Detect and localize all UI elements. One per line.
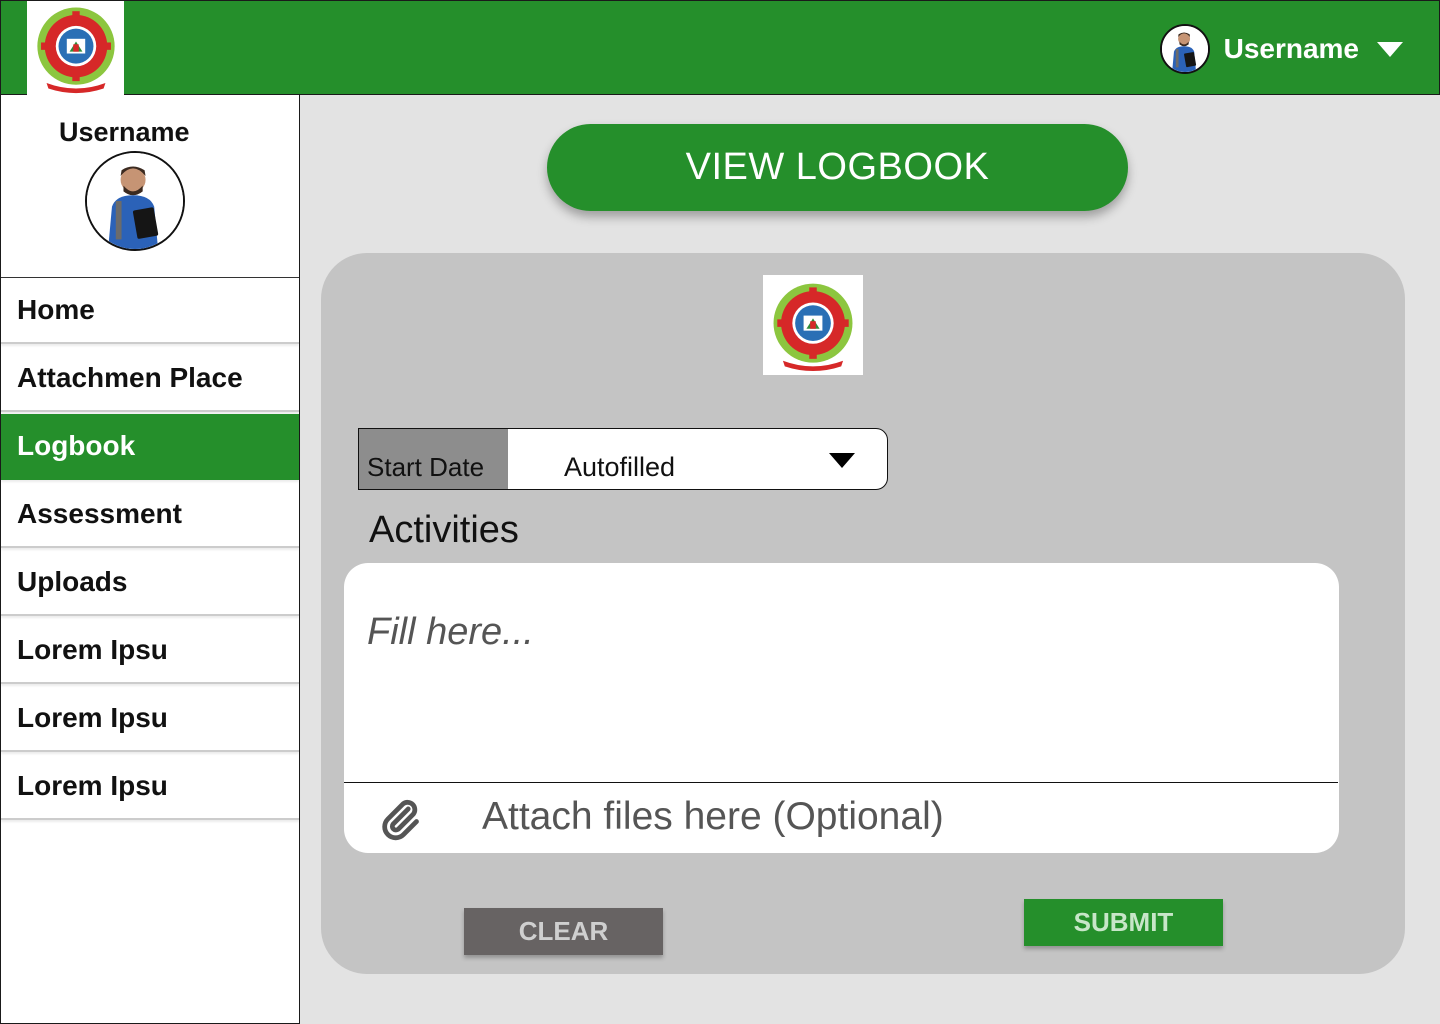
sidebar-item-lorem-2[interactable]: Lorem Ipsu [1,686,299,752]
activities-box: Attach files here (Optional) [344,563,1339,853]
view-logbook-button[interactable]: VIEW LOGBOOK [547,124,1128,211]
sidebar-nav: Home Attachmen Place Logbook Assessment … [1,278,299,820]
user-menu[interactable]: Username [1159,23,1403,75]
start-date-select[interactable]: Autofilled [508,429,887,489]
sidebar-item-lorem-1[interactable]: Lorem Ipsu [1,618,299,684]
sidebar-item-uploads[interactable]: Uploads [1,550,299,616]
university-logo-icon [763,275,863,375]
sidebar: Username Home Attachmen Place Logbook As… [0,95,300,1024]
caret-down-icon[interactable] [1377,41,1403,57]
paperclip-icon [382,799,419,841]
university-logo-icon[interactable] [27,1,124,95]
sidebar-item-assessment[interactable]: Assessment [1,482,299,548]
header-username: Username [1223,33,1359,64]
clear-button[interactable]: CLEAR [464,908,663,955]
sidebar-profile: Username [1,95,299,278]
user-avatar-icon [1159,24,1210,74]
profile-name: Username [59,117,190,147]
user-avatar-icon[interactable] [85,151,185,251]
submit-button[interactable]: SUBMIT [1024,899,1223,946]
sidebar-item-lorem-3[interactable]: Lorem Ipsu [1,754,299,820]
top-bar: Username [0,0,1440,95]
attach-files-label: Attach files here (Optional) [482,795,944,838]
start-date-field: Start Date Autofilled [358,428,888,490]
caret-down-icon[interactable] [829,453,855,468]
start-date-value: Autofilled [564,452,676,482]
sidebar-item-logbook[interactable]: Logbook [1,414,299,480]
sidebar-item-home[interactable]: Home [1,278,299,344]
activities-label: Activities [369,509,519,551]
sidebar-item-attachment-place[interactable]: Attachmen Place [1,346,299,412]
start-date-label: Start Date [359,429,508,489]
attach-files-button[interactable]: Attach files here (Optional) [344,783,1339,853]
logbook-form-panel: Start Date Autofilled Activities Attach … [321,253,1405,974]
activities-input[interactable] [344,563,1339,782]
